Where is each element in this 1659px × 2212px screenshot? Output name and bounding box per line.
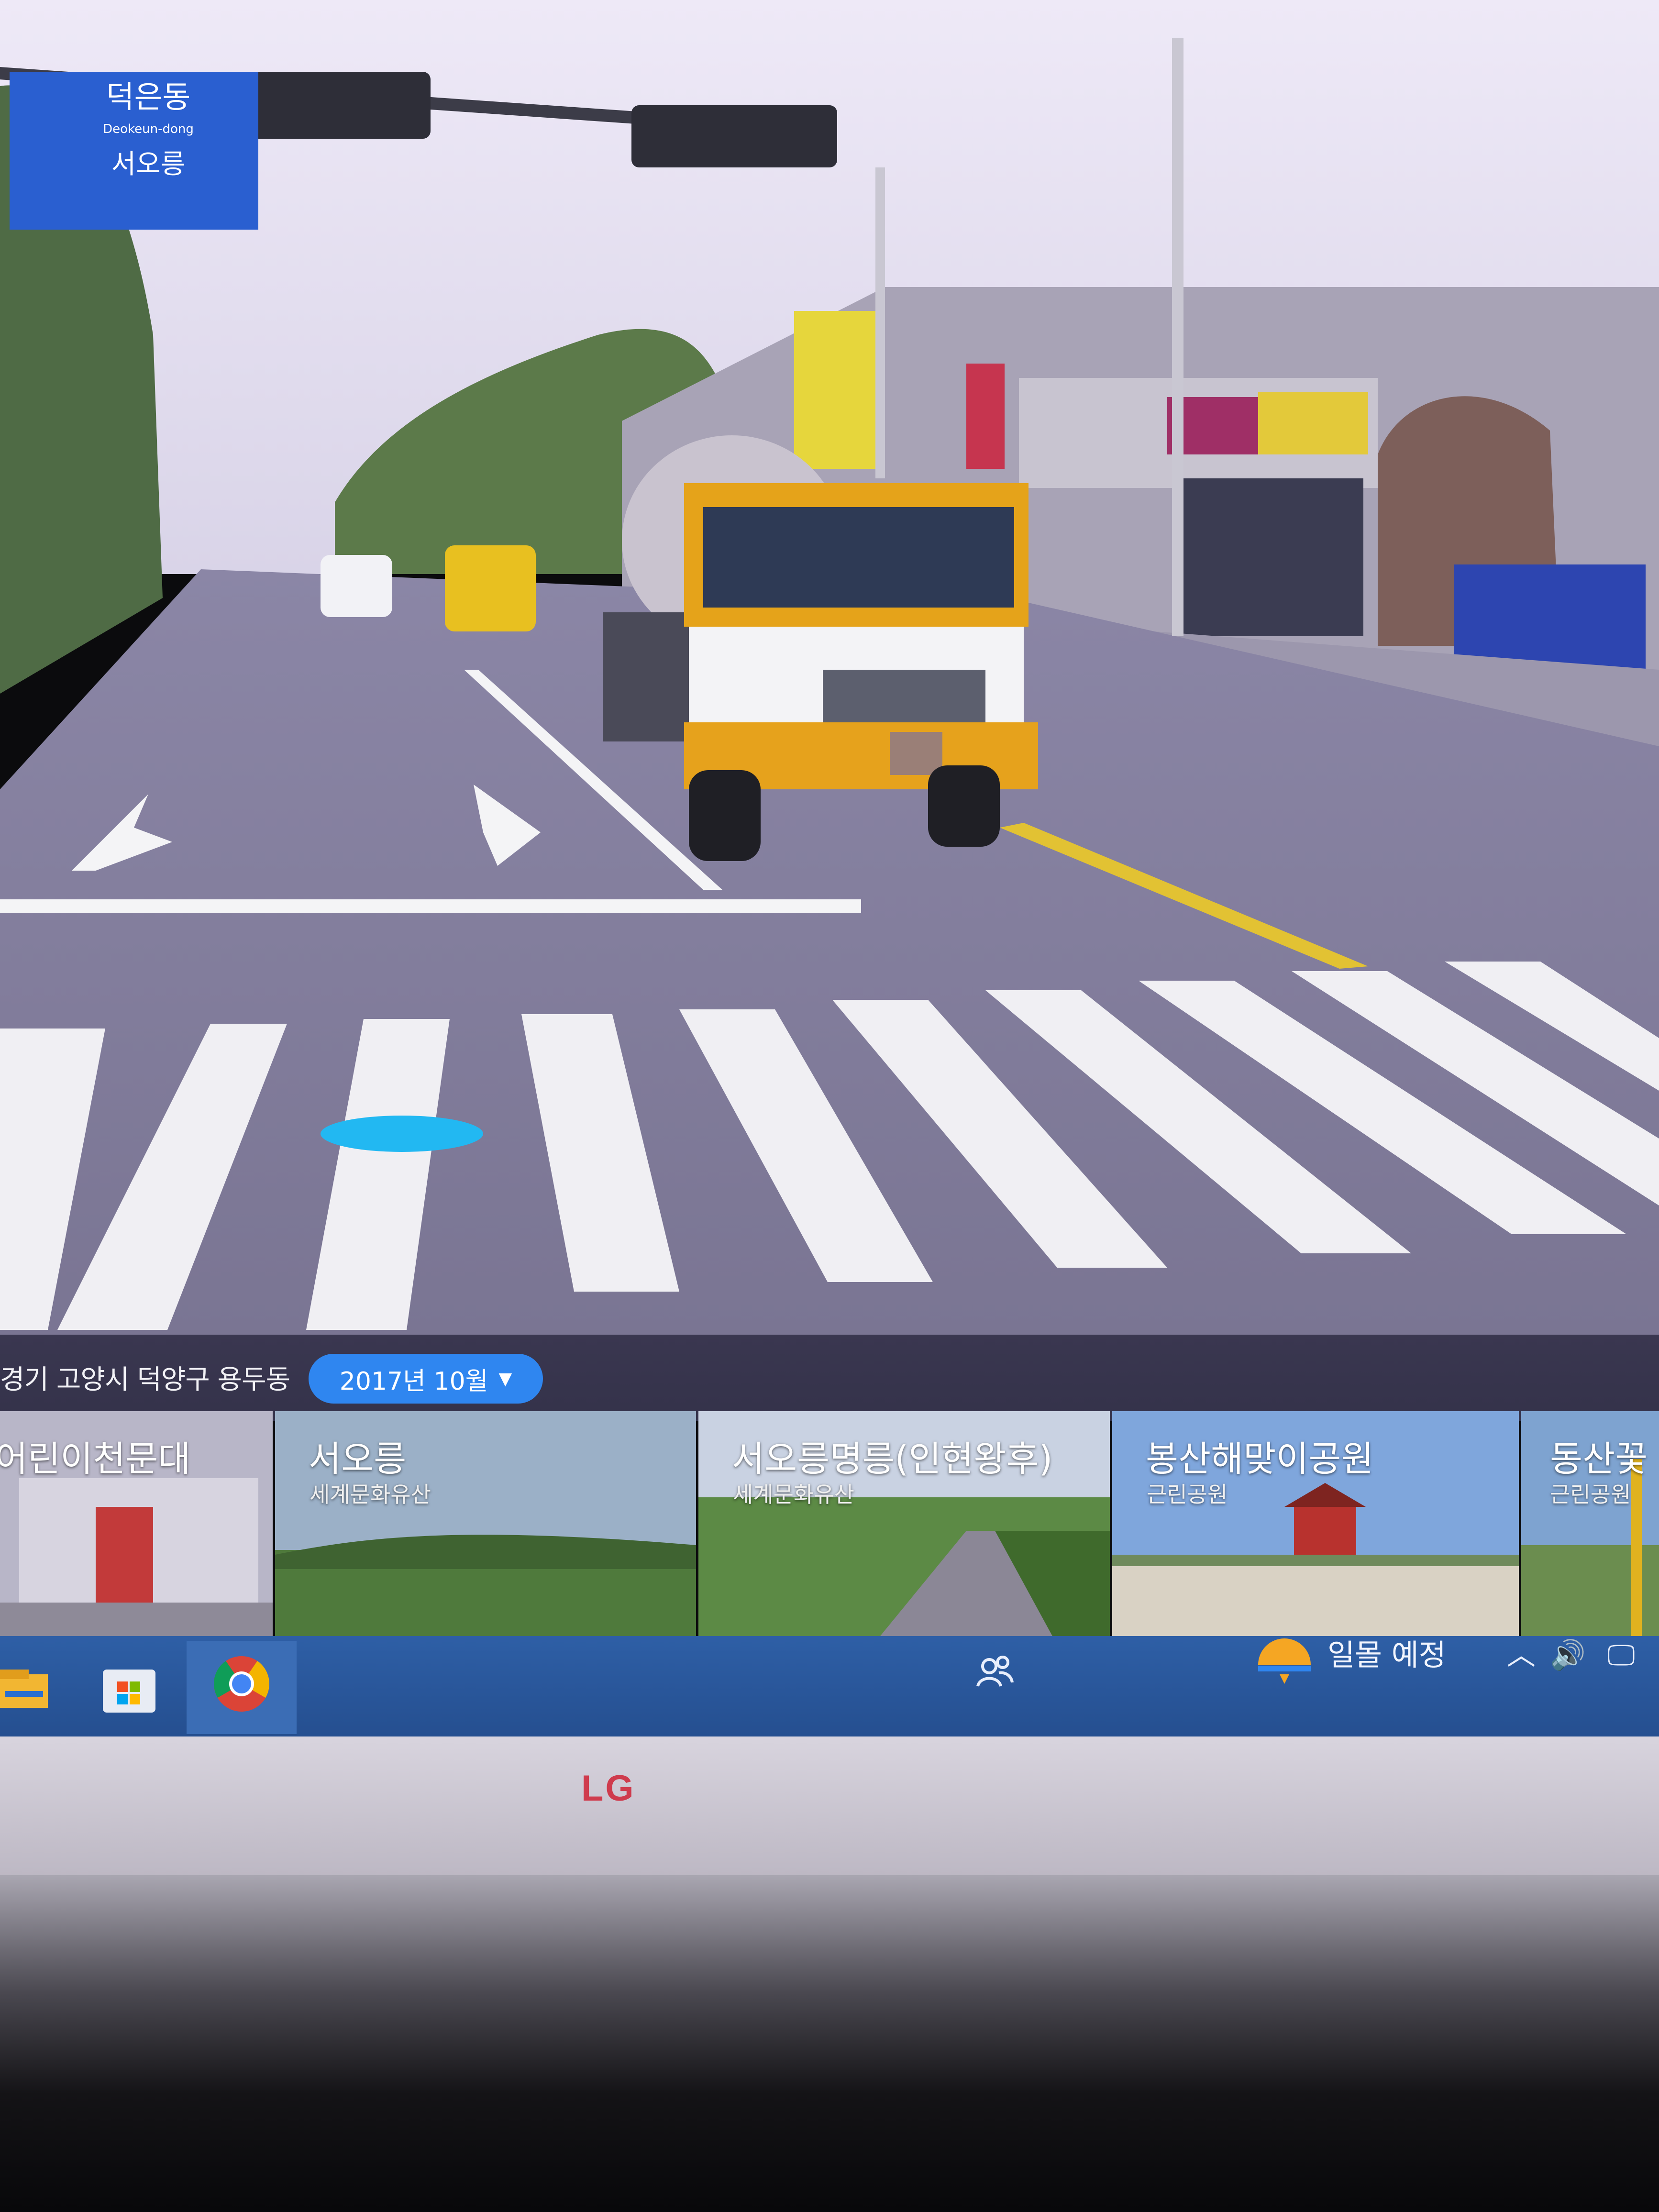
sign-place-name: 덕은동 xyxy=(106,80,191,115)
caret-down-icon: ▼ xyxy=(498,1369,512,1389)
date-label: 2017년 10월 xyxy=(339,1367,488,1396)
sign-destination: 서오릉 xyxy=(111,149,186,180)
store-icon[interactable] xyxy=(98,1655,160,1717)
place-name: 서오릉명릉(인현왕후) xyxy=(732,1438,1053,1480)
place-category: 근린공원 xyxy=(1550,1482,1631,1507)
place-card[interactable]: 봉산해맞이공원 근린공원 xyxy=(1112,1411,1519,1636)
place-card[interactable]: 서오릉 세계문화유산 xyxy=(275,1411,696,1636)
file-explorer-icon[interactable] xyxy=(0,1655,62,1717)
weather-status-text[interactable]: 일몰 예정 xyxy=(1327,1629,1446,1681)
place-card[interactable]: 서오릉명릉(인현왕후) 세계문화유산 xyxy=(698,1411,1110,1636)
desk-surface xyxy=(0,1875,1659,2212)
date-selector-button[interactable]: 2017년 10월 ▼ xyxy=(309,1354,543,1404)
people-icon[interactable] xyxy=(971,1648,1019,1696)
place-name: 동산꽃 xyxy=(1550,1438,1648,1480)
location-address: 경기 고양시 덕양구 용두동 xyxy=(0,1364,290,1395)
street-view-image[interactable]: 덕은동 Deokeun-dong 서오릉 xyxy=(0,0,1659,1335)
place-category: 세계문화유산 xyxy=(733,1482,854,1507)
place-card[interactable]: 어린이천문대 xyxy=(0,1411,273,1636)
monitor-brand-logo: LG xyxy=(581,1768,636,1809)
place-name: 봉산해맞이공원 xyxy=(1146,1438,1374,1480)
nearby-places-strip: 어린이천문대 서오릉 세계문화유산 서오릉명릉(인현왕후) 세계문화유산 봉산해… xyxy=(0,1411,1659,1636)
chrome-taskbar-button[interactable] xyxy=(187,1641,297,1734)
chevron-up-icon[interactable]: ︿ xyxy=(1507,1629,1536,1681)
place-card[interactable]: 동산꽃 근린공원 xyxy=(1521,1411,1659,1636)
place-name: 서오릉 xyxy=(309,1438,407,1480)
place-category: 근린공원 xyxy=(1147,1482,1228,1507)
place-name: 어린이천문대 xyxy=(0,1438,191,1480)
volume-icon[interactable]: 🔊 xyxy=(1550,1629,1586,1681)
place-category: 세계문화유산 xyxy=(310,1482,431,1507)
weather-sun-icon[interactable] xyxy=(1253,1631,1316,1691)
sign-romanized: Deokeun-dong xyxy=(103,122,194,136)
network-icon[interactable]: 🖵 xyxy=(1607,1629,1635,1681)
monitor-bezel xyxy=(0,1736,1659,1875)
